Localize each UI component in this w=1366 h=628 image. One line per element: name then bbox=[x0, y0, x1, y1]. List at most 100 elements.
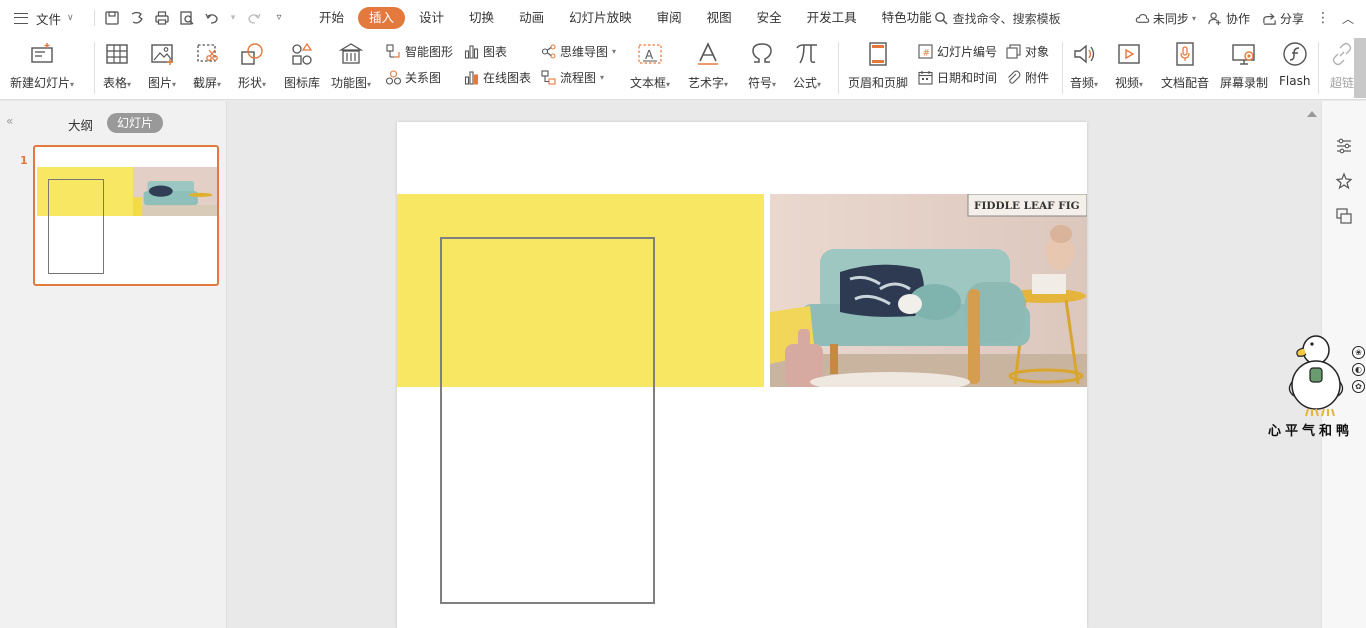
badge-icon: ◐ bbox=[1352, 363, 1365, 376]
text-box-button[interactable]: A 文本框▾ bbox=[630, 36, 670, 91]
menu-bar: 文件 ∨ ▾ ▿ 开始 插入 设计 切换 动画 幻灯片放映 审阅 视图 安全 开… bbox=[0, 0, 1366, 36]
word-art-button[interactable]: 艺术字▾ bbox=[688, 36, 728, 91]
cloud-save-icon[interactable] bbox=[129, 10, 145, 26]
hyperlink-button[interactable]: 超链 bbox=[1328, 36, 1356, 91]
tab-developer[interactable]: 开发工具 bbox=[796, 7, 868, 29]
header-footer-button[interactable]: 页眉和页脚 bbox=[848, 36, 908, 91]
chevron-down-icon: ▾ bbox=[172, 80, 177, 89]
chevron-down-icon[interactable]: ▾ bbox=[229, 10, 237, 26]
share-button[interactable]: 分享 bbox=[1262, 10, 1304, 27]
chevron-down-icon: ▾ bbox=[1191, 13, 1196, 23]
animation-icon[interactable] bbox=[1335, 172, 1353, 190]
properties-icon[interactable] bbox=[1335, 137, 1353, 155]
audio-button[interactable]: 音频▾ bbox=[1070, 36, 1098, 91]
video-label: 视频 bbox=[1115, 76, 1140, 90]
screenshot-button[interactable]: 截屏▾ bbox=[193, 36, 221, 91]
chevron-down-icon: ▾ bbox=[1139, 80, 1144, 89]
file-menu[interactable]: 文件 ∨ bbox=[0, 0, 86, 36]
date-time-button[interactable]: 日期和时间 bbox=[918, 69, 997, 86]
outline-rectangle-shape[interactable] bbox=[440, 237, 655, 604]
tab-slideshow[interactable]: 幻灯片放映 bbox=[558, 7, 643, 29]
chart-button[interactable]: 图表 bbox=[464, 43, 507, 60]
picture-button[interactable]: 图片▾ bbox=[148, 36, 176, 91]
new-slide-button[interactable]: 新建幻灯片▾ bbox=[10, 36, 74, 91]
slide[interactable]: FIDDLE LEAF FIG bbox=[397, 122, 1087, 628]
tab-view[interactable]: 视图 bbox=[696, 7, 743, 29]
tab-review[interactable]: 审阅 bbox=[646, 7, 693, 29]
shape-icon bbox=[238, 40, 266, 68]
undo-icon[interactable] bbox=[204, 10, 220, 26]
shape-button[interactable]: 形状▾ bbox=[238, 36, 266, 91]
file-menu-label: 文件 bbox=[36, 11, 62, 27]
tab-security[interactable]: 安全 bbox=[746, 7, 793, 29]
chevron-down-icon: ▾ bbox=[262, 80, 267, 89]
formula-button[interactable]: 公式▾ bbox=[793, 36, 821, 91]
watermark-text: 心平气和鸭 bbox=[1268, 424, 1354, 439]
slide-number-label: 幻灯片编号 bbox=[937, 45, 998, 59]
svg-text:#: # bbox=[923, 49, 931, 59]
header-footer-label: 页眉和页脚 bbox=[848, 76, 909, 90]
ribbon-scrollbar[interactable] bbox=[1354, 38, 1366, 98]
badge-icon: ❀ bbox=[1352, 346, 1365, 359]
flow-chart-button[interactable]: 流程图 ▾ bbox=[541, 69, 604, 86]
print-preview-icon[interactable] bbox=[179, 10, 195, 26]
more-options-icon[interactable]: ⋮ bbox=[1316, 10, 1330, 26]
share-icon bbox=[1263, 12, 1276, 25]
chevron-down-icon: ▾ bbox=[70, 80, 75, 89]
pi-icon bbox=[793, 40, 821, 68]
scroll-up-icon[interactable] bbox=[1307, 111, 1317, 117]
slides-panel: « 大纲 幻灯片 1 bbox=[0, 101, 227, 628]
new-slide-icon bbox=[28, 40, 56, 68]
object-button[interactable]: 对象 bbox=[1006, 43, 1049, 60]
tab-home[interactable]: 开始 bbox=[308, 7, 355, 29]
flow-chart-icon bbox=[541, 70, 556, 85]
collapse-panel-icon[interactable]: « bbox=[6, 114, 13, 128]
tab-design[interactable]: 设计 bbox=[408, 7, 455, 29]
living-room-photo[interactable]: FIDDLE LEAF FIG bbox=[770, 194, 1087, 387]
shape-label: 形状 bbox=[238, 76, 263, 90]
relation-chart-button[interactable]: 关系图 bbox=[386, 69, 441, 86]
online-chart-label: 在线图表 bbox=[483, 71, 532, 85]
screen-record-button[interactable]: 屏幕录制 bbox=[1220, 36, 1268, 91]
print-icon[interactable] bbox=[154, 10, 170, 26]
function-chart-button[interactable]: 功能图▾ bbox=[331, 36, 371, 91]
table-button[interactable]: 表格▾ bbox=[103, 36, 131, 91]
tab-outline[interactable]: 大纲 bbox=[68, 115, 93, 134]
chevron-down-icon: ▾ bbox=[772, 80, 777, 89]
customize-toolbar-icon[interactable]: ▿ bbox=[271, 10, 287, 26]
chevron-down-icon: ▾ bbox=[217, 80, 222, 89]
mind-map-button[interactable]: 思维导图 ▾ bbox=[541, 43, 616, 60]
smart-art-button[interactable]: 智能图形 bbox=[386, 43, 453, 60]
microphone-icon bbox=[1171, 40, 1199, 68]
attachment-label: 附件 bbox=[1025, 71, 1050, 85]
tab-insert[interactable]: 插入 bbox=[358, 7, 406, 29]
collaborate-button[interactable]: 协作 bbox=[1208, 10, 1250, 27]
divider bbox=[94, 42, 95, 94]
collapse-ribbon-icon[interactable]: ︿ bbox=[1342, 10, 1354, 27]
link-icon bbox=[1328, 40, 1356, 68]
tab-special-features[interactable]: 特色功能 bbox=[871, 7, 934, 29]
tab-slides[interactable]: 幻灯片 bbox=[107, 113, 164, 133]
sync-button[interactable]: 未同步 ▾ bbox=[1135, 10, 1196, 27]
sync-label: 未同步 bbox=[1152, 11, 1189, 26]
slide-thumbnail[interactable] bbox=[33, 145, 219, 286]
slide-transition-icon[interactable] bbox=[1335, 207, 1353, 225]
tab-transitions[interactable]: 切换 bbox=[458, 7, 505, 29]
slide-number-button[interactable]: # 幻灯片编号 bbox=[918, 43, 997, 60]
flash-button[interactable]: Flash bbox=[1279, 36, 1310, 88]
smart-art-label: 智能图形 bbox=[405, 45, 454, 59]
chevron-down-icon: ∨ bbox=[67, 13, 74, 23]
symbol-button[interactable]: 符号▾ bbox=[748, 36, 776, 91]
redo-icon[interactable] bbox=[246, 10, 262, 26]
save-icon[interactable] bbox=[104, 10, 120, 26]
doc-voice-button[interactable]: 文档配音 bbox=[1161, 36, 1209, 91]
icon-library-button[interactable]: 图标库 bbox=[284, 36, 320, 91]
video-button[interactable]: 视频▾ bbox=[1115, 36, 1143, 91]
online-chart-button[interactable]: 在线图表 bbox=[464, 69, 531, 86]
word-art-icon bbox=[694, 40, 722, 68]
command-search[interactable]: 查找命令、搜索模板 bbox=[934, 10, 1061, 27]
tab-animations[interactable]: 动画 bbox=[508, 7, 555, 29]
watermark-badges: ❀ ◐ ✿ bbox=[1352, 346, 1365, 393]
collaborate-label: 协作 bbox=[1225, 11, 1250, 26]
attachment-button[interactable]: 附件 bbox=[1006, 69, 1049, 86]
